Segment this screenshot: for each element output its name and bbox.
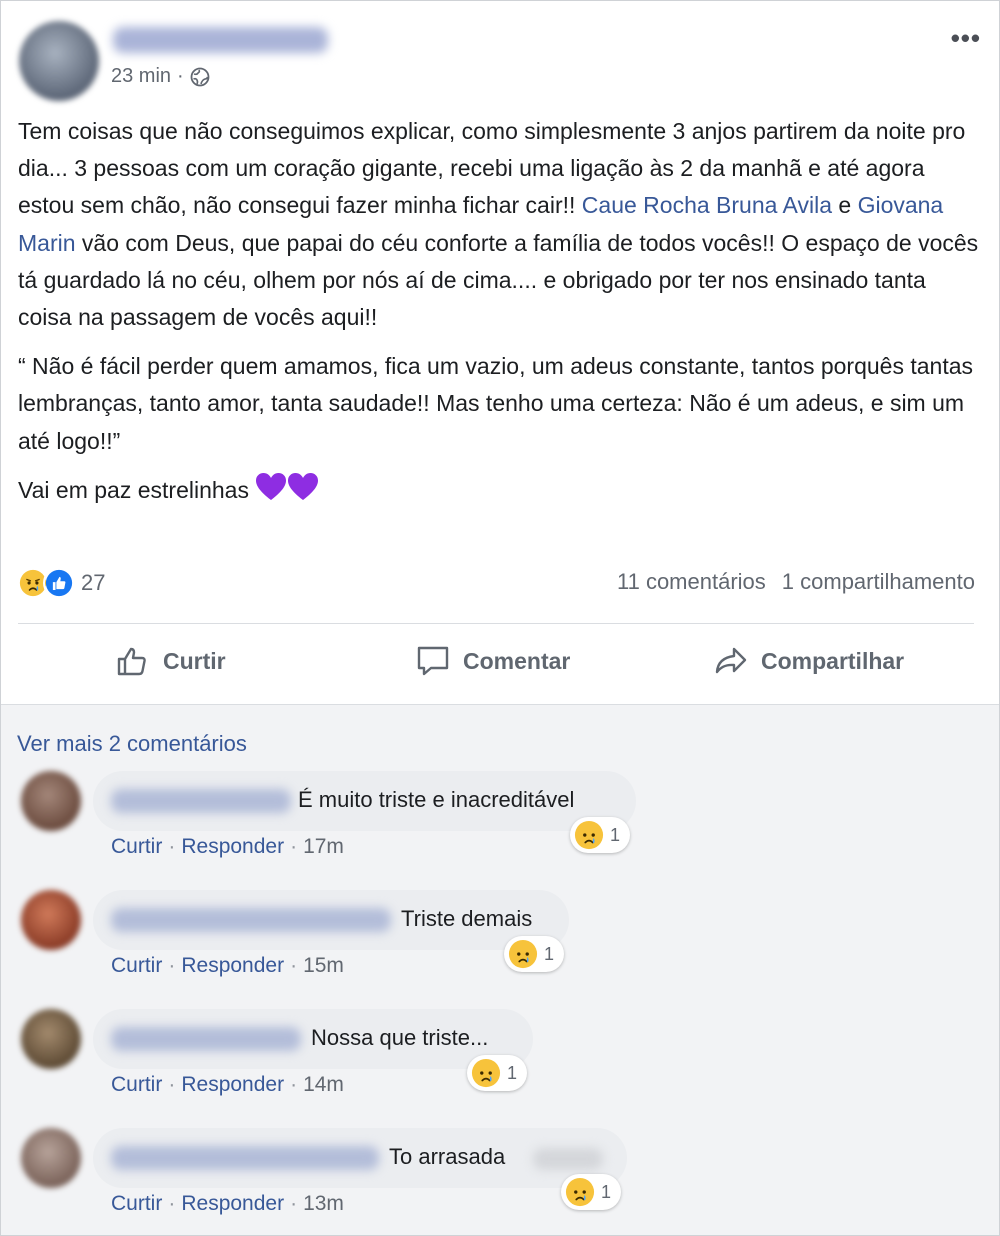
post-paragraph-3: Vai em paz estrelinhas bbox=[18, 472, 980, 509]
comment-actions: Curtir · Responder · 14m bbox=[111, 1073, 344, 1097]
comment-like-link[interactable]: Curtir bbox=[111, 1192, 162, 1215]
comment-reaction-count: 1 bbox=[610, 824, 621, 845]
comment-item: Triste demais 1 Curtir · Responder · 15m bbox=[1, 890, 999, 1000]
more-options-button[interactable]: ••• bbox=[951, 23, 981, 54]
thumbs-up-icon bbox=[117, 647, 146, 676]
comment-text: Nossa que triste... bbox=[311, 1025, 489, 1050]
comment-button[interactable]: Comentar bbox=[415, 643, 570, 679]
comment-text: Triste demais bbox=[401, 906, 533, 931]
comment-reply-link[interactable]: Responder bbox=[181, 1192, 284, 1215]
author-avatar[interactable] bbox=[19, 21, 99, 101]
commenter-avatar[interactable] bbox=[21, 1128, 81, 1188]
ellipsis-icon: ••• bbox=[950, 23, 981, 53]
comment-bubble: É muito triste e inacreditável bbox=[93, 771, 636, 831]
comment-reaction-badge[interactable]: 1 bbox=[504, 936, 565, 972]
shares-count-link[interactable]: 1 compartilhamento bbox=[782, 569, 975, 595]
separator-dot: · bbox=[290, 954, 298, 977]
comments-count-link[interactable]: 11 comentários bbox=[617, 569, 766, 595]
separator-dot: · bbox=[290, 1192, 298, 1215]
reaction-count: 27 bbox=[81, 570, 106, 595]
like-reaction-icon bbox=[43, 567, 75, 599]
commenter-avatar[interactable] bbox=[21, 771, 81, 831]
sad-reaction-icon bbox=[574, 820, 604, 850]
comment-reply-link[interactable]: Responder bbox=[181, 835, 284, 858]
like-button-label: Curtir bbox=[163, 647, 226, 674]
comment-like-link[interactable]: Curtir bbox=[111, 954, 162, 977]
comment-actions: Curtir · Responder · 15m bbox=[111, 954, 344, 978]
separator-dot: · bbox=[290, 835, 298, 858]
comment-actions: Curtir · Responder · 13m bbox=[111, 1192, 344, 1216]
comment-reaction-count: 1 bbox=[601, 1181, 612, 1202]
post-paragraph-2: “ Não é fácil perder quem amamos, fica u… bbox=[18, 353, 973, 454]
comment-time[interactable]: 14m bbox=[303, 1073, 344, 1096]
sad-reaction-icon bbox=[565, 1177, 595, 1207]
post-stats: 11 comentários 1 compartilhamento bbox=[617, 569, 975, 595]
comment-item: Nossa que triste... 1 Curtir · Responder · 1… bbox=[1, 1009, 999, 1119]
comment-reaction-badge[interactable]: 1 bbox=[570, 817, 631, 853]
comment-time[interactable]: 17m bbox=[303, 835, 344, 858]
share-arrow-icon bbox=[715, 647, 747, 674]
meta-separator: · bbox=[177, 65, 184, 87]
commenter-avatar[interactable] bbox=[21, 1009, 81, 1069]
comment-reaction-count: 1 bbox=[507, 1062, 518, 1083]
comment-time[interactable]: 13m bbox=[303, 1192, 344, 1215]
post-meta: 23 min · bbox=[111, 65, 210, 88]
tag-bruna-avila[interactable]: Bruna Avila bbox=[716, 192, 832, 218]
commenter-name-redacted[interactable] bbox=[111, 1146, 379, 1170]
share-button[interactable]: Compartilhar bbox=[713, 643, 904, 679]
post-card: 23 min · ••• Tem coisas que não consegui… bbox=[0, 0, 1000, 1236]
globe-icon[interactable] bbox=[190, 67, 210, 87]
post-text-part: vão com Deus, que papai do céu conforte … bbox=[18, 229, 979, 331]
comment-like-link[interactable]: Curtir bbox=[111, 1073, 162, 1096]
divider bbox=[18, 623, 974, 624]
commenter-name-redacted[interactable] bbox=[111, 908, 391, 932]
separator-dot: · bbox=[290, 1073, 298, 1096]
comment-bubble: Nossa que triste... bbox=[93, 1009, 533, 1069]
post-time[interactable]: 23 min bbox=[111, 65, 171, 88]
commenter-name-redacted[interactable] bbox=[111, 789, 291, 813]
comment-reply-link[interactable]: Responder bbox=[181, 1073, 284, 1096]
sad-reaction-icon bbox=[508, 939, 538, 969]
post-text-conj: e bbox=[831, 192, 858, 219]
reaction-summary[interactable]: 27 bbox=[17, 567, 105, 599]
comment-text: É muito triste e inacreditável bbox=[298, 787, 575, 812]
separator-dot: · bbox=[168, 1073, 176, 1096]
purple-heart-icon bbox=[256, 472, 287, 500]
comment-reaction-badge[interactable]: 1 bbox=[561, 1174, 622, 1210]
post-text-part: Vai em paz estrelinhas bbox=[18, 476, 256, 503]
separator-dot: · bbox=[168, 835, 176, 858]
post-paragraph-1: Tem coisas que não conseguimos explicar,… bbox=[18, 113, 980, 336]
comment-reaction-badge[interactable]: 1 bbox=[467, 1055, 528, 1091]
comment-actions: Curtir · Responder · 17m bbox=[111, 835, 344, 859]
redacted-text bbox=[533, 1148, 603, 1170]
comment-bubble: To arrasada bbox=[93, 1128, 627, 1188]
share-button-label: Compartilhar bbox=[761, 647, 905, 674]
tag-caue-rocha[interactable]: Caue Rocha bbox=[582, 192, 710, 218]
like-button[interactable]: Curtir bbox=[115, 643, 226, 679]
purple-heart-icon bbox=[288, 472, 319, 500]
sad-reaction-icon bbox=[471, 1058, 501, 1088]
comment-reply-link[interactable]: Responder bbox=[181, 954, 284, 977]
commenter-avatar[interactable] bbox=[21, 890, 81, 950]
see-more-comments-link[interactable]: Ver mais 2 comentários bbox=[17, 731, 247, 757]
separator-dot: · bbox=[168, 954, 176, 977]
separator-dot: · bbox=[168, 1192, 176, 1215]
comment-bubble: Triste demais bbox=[93, 890, 569, 950]
comment-item: É muito triste e inacreditável 1 Curtir ·… bbox=[1, 771, 999, 881]
post-text: Tem coisas que não conseguimos explicar,… bbox=[18, 113, 980, 521]
commenter-name-redacted[interactable] bbox=[111, 1027, 301, 1051]
comment-button-label: Comentar bbox=[463, 647, 571, 674]
comment-reaction-count: 1 bbox=[544, 943, 555, 964]
comment-item: To arrasada 1 Curtir · Responder · 13m bbox=[1, 1128, 999, 1235]
comment-time[interactable]: 15m bbox=[303, 954, 344, 977]
comment-text: To arrasada bbox=[389, 1144, 506, 1169]
comment-bubble-icon bbox=[417, 646, 449, 676]
author-name-redacted[interactable] bbox=[113, 27, 328, 53]
post-header-body: 23 min · ••• Tem coisas que não consegui… bbox=[1, 1, 999, 703]
comment-like-link[interactable]: Curtir bbox=[111, 835, 162, 858]
